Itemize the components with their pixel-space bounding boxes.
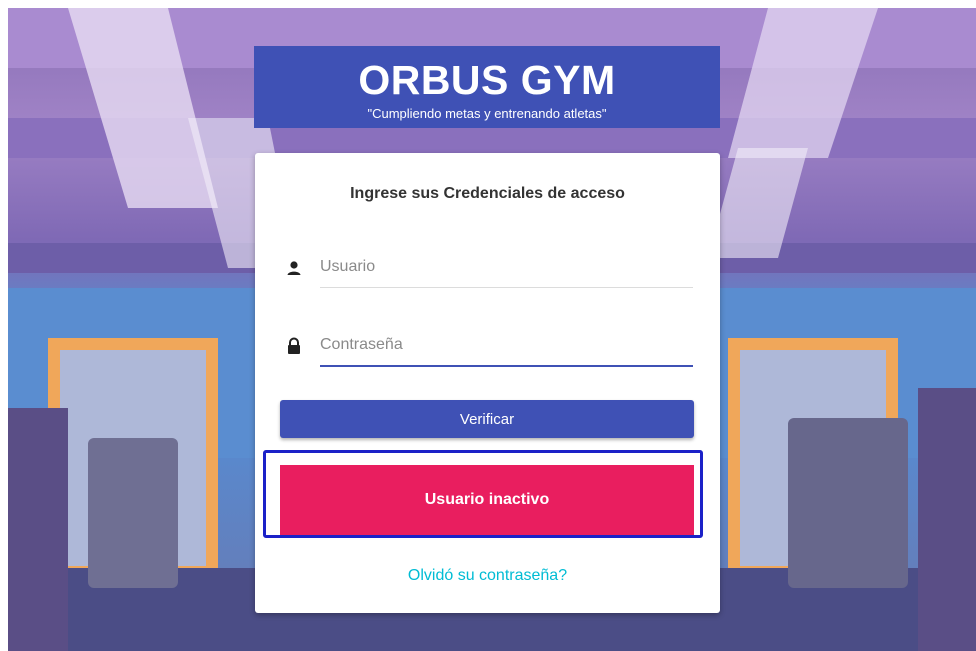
brand-subtitle: "Cumpliendo metas y entrenando atletas" [367, 106, 607, 121]
login-card: Ingrese sus Credenciales de acceso Verif… [255, 153, 720, 613]
brand-title: ORBUS GYM [358, 57, 616, 103]
username-field [280, 247, 693, 291]
username-input[interactable] [320, 247, 693, 288]
lock-icon [286, 337, 302, 355]
brand-header: ORBUS GYM "Cumpliendo metas y entrenando… [254, 46, 720, 128]
password-field [280, 325, 693, 369]
login-heading: Ingrese sus Credenciales de acceso [350, 185, 625, 202]
inactive-user-alert: Usuario inactivo [280, 465, 694, 535]
password-input[interactable] [320, 325, 693, 367]
forgot-password-link[interactable]: Olvidó su contraseña? [255, 567, 720, 585]
verify-button[interactable]: Verificar [280, 400, 694, 438]
user-icon [286, 259, 302, 277]
